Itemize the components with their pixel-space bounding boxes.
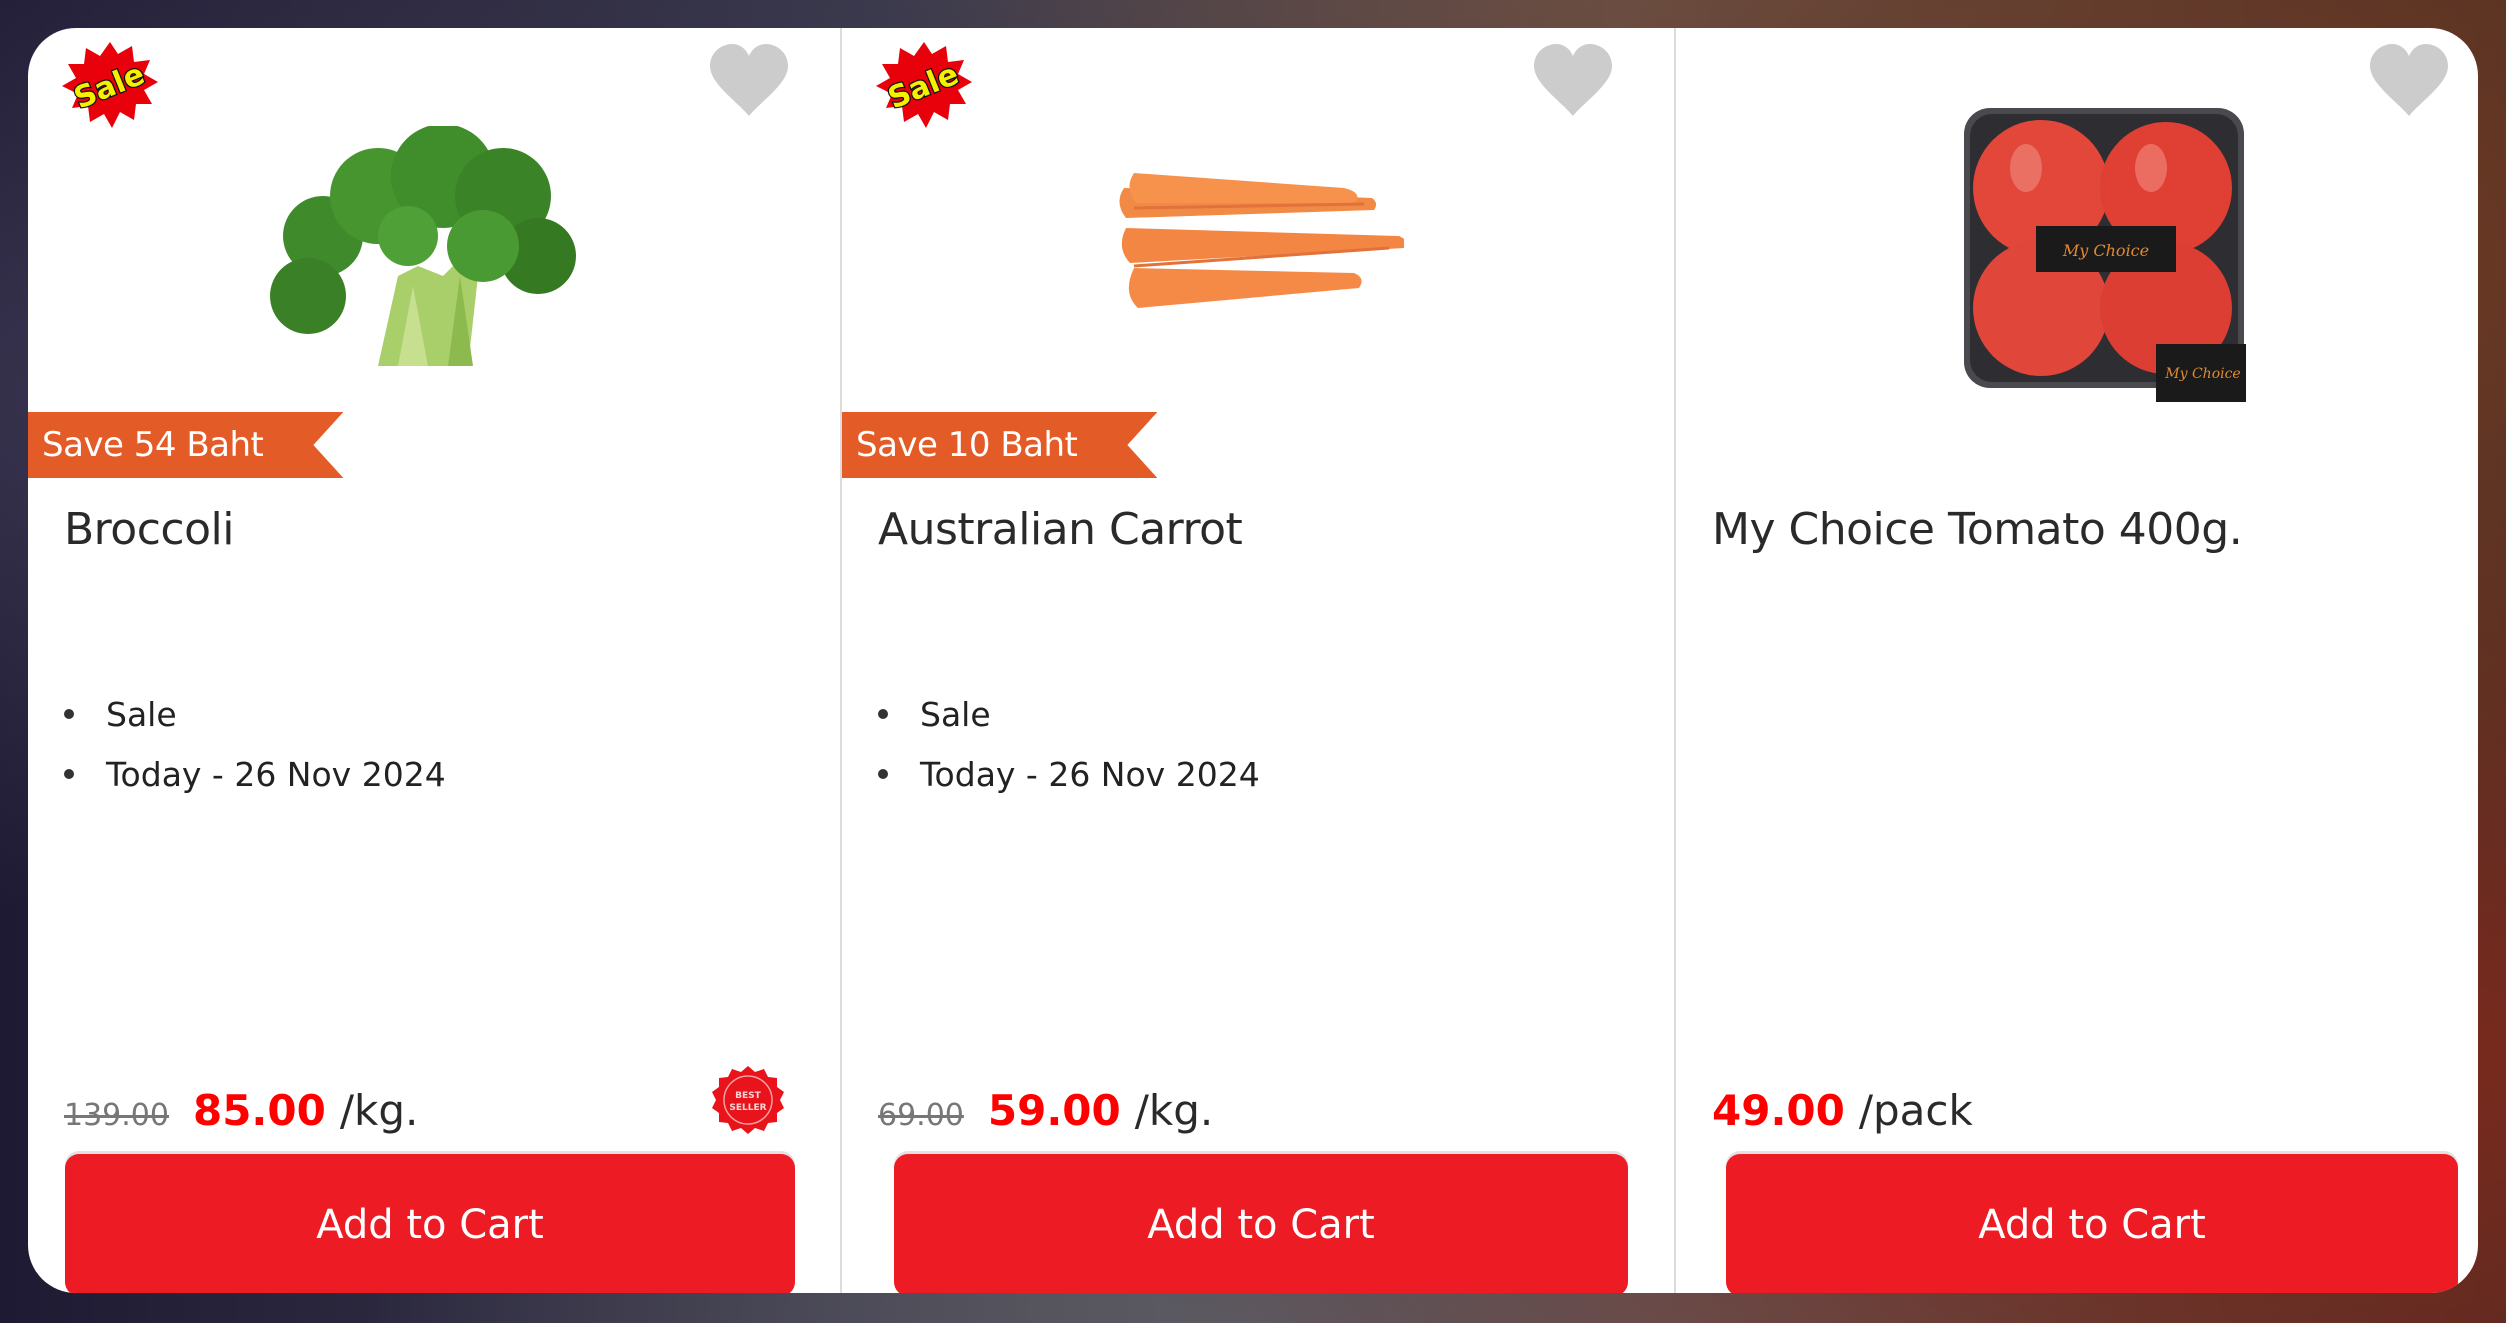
add-to-cart-button[interactable]: Add to Cart: [894, 1154, 1628, 1293]
promo-item: Today - 26 Nov 2024: [878, 744, 1260, 804]
original-price: 139.00: [64, 1098, 169, 1133]
broccoli-image: [270, 126, 576, 366]
sale-badge-icon: Sale: [62, 42, 158, 128]
price-row: 69.00 59.00 /kg.: [878, 1086, 1213, 1135]
price-unit: /kg.: [339, 1086, 419, 1135]
svg-text:My Choice: My Choice: [2164, 366, 2240, 382]
sale-price: 85.00: [192, 1086, 326, 1135]
add-to-cart-button[interactable]: Add to Cart: [1726, 1154, 2458, 1293]
svg-text:SELLER: SELLER: [729, 1103, 766, 1113]
original-price: 69.00: [878, 1098, 964, 1133]
price-row: 49.00 /pack: [1712, 1086, 1973, 1135]
bullet-icon: [878, 769, 888, 779]
heart-icon[interactable]: [708, 44, 790, 118]
best-seller-badge-icon: BEST SELLER: [712, 1066, 784, 1134]
price-unit: /pack: [1858, 1086, 1973, 1135]
price-row: 139.00 85.00 /kg.: [64, 1086, 418, 1135]
add-to-cart-button[interactable]: Add to Cart: [65, 1154, 795, 1293]
product-grid: Sale Save 54 Baht Broccoli Sale Today - …: [28, 28, 2478, 1293]
savings-ribbon: Save 54 Baht: [28, 412, 343, 478]
price: 49.00: [1712, 1086, 1845, 1135]
heart-icon[interactable]: [2368, 44, 2450, 118]
product-title[interactable]: Broccoli: [64, 504, 234, 555]
svg-text:My Choice: My Choice: [2062, 241, 2149, 260]
savings-ribbon: Save 10 Baht: [842, 412, 1157, 478]
bullet-icon: [64, 709, 74, 719]
product-card: Sale Save 10 Baht Australian Carrot Sale…: [840, 28, 1674, 1293]
product-card: Sale Save 54 Baht Broccoli Sale Today - …: [28, 28, 840, 1293]
promo-item: Sale: [64, 684, 446, 744]
product-card: My Choice My Choice My Choice Tomato 400…: [1674, 28, 2478, 1293]
heart-icon[interactable]: [1532, 44, 1614, 118]
tomato-pack-image: My Choice My Choice: [1964, 108, 2246, 402]
sale-price: 59.00: [987, 1086, 1121, 1135]
svg-text:BEST: BEST: [735, 1091, 761, 1101]
carrot-image: [1119, 173, 1404, 308]
product-title[interactable]: My Choice Tomato 400g.: [1712, 504, 2243, 555]
sale-badge-icon: Sale: [876, 42, 972, 128]
promo-list: Sale Today - 26 Nov 2024: [64, 684, 446, 804]
promo-item: Sale: [878, 684, 1260, 744]
promo-list: Sale Today - 26 Nov 2024: [878, 684, 1260, 804]
price-unit: /kg.: [1134, 1086, 1214, 1135]
promo-item: Today - 26 Nov 2024: [64, 744, 446, 804]
bullet-icon: [878, 709, 888, 719]
product-title[interactable]: Australian Carrot: [878, 504, 1243, 555]
bullet-icon: [64, 769, 74, 779]
